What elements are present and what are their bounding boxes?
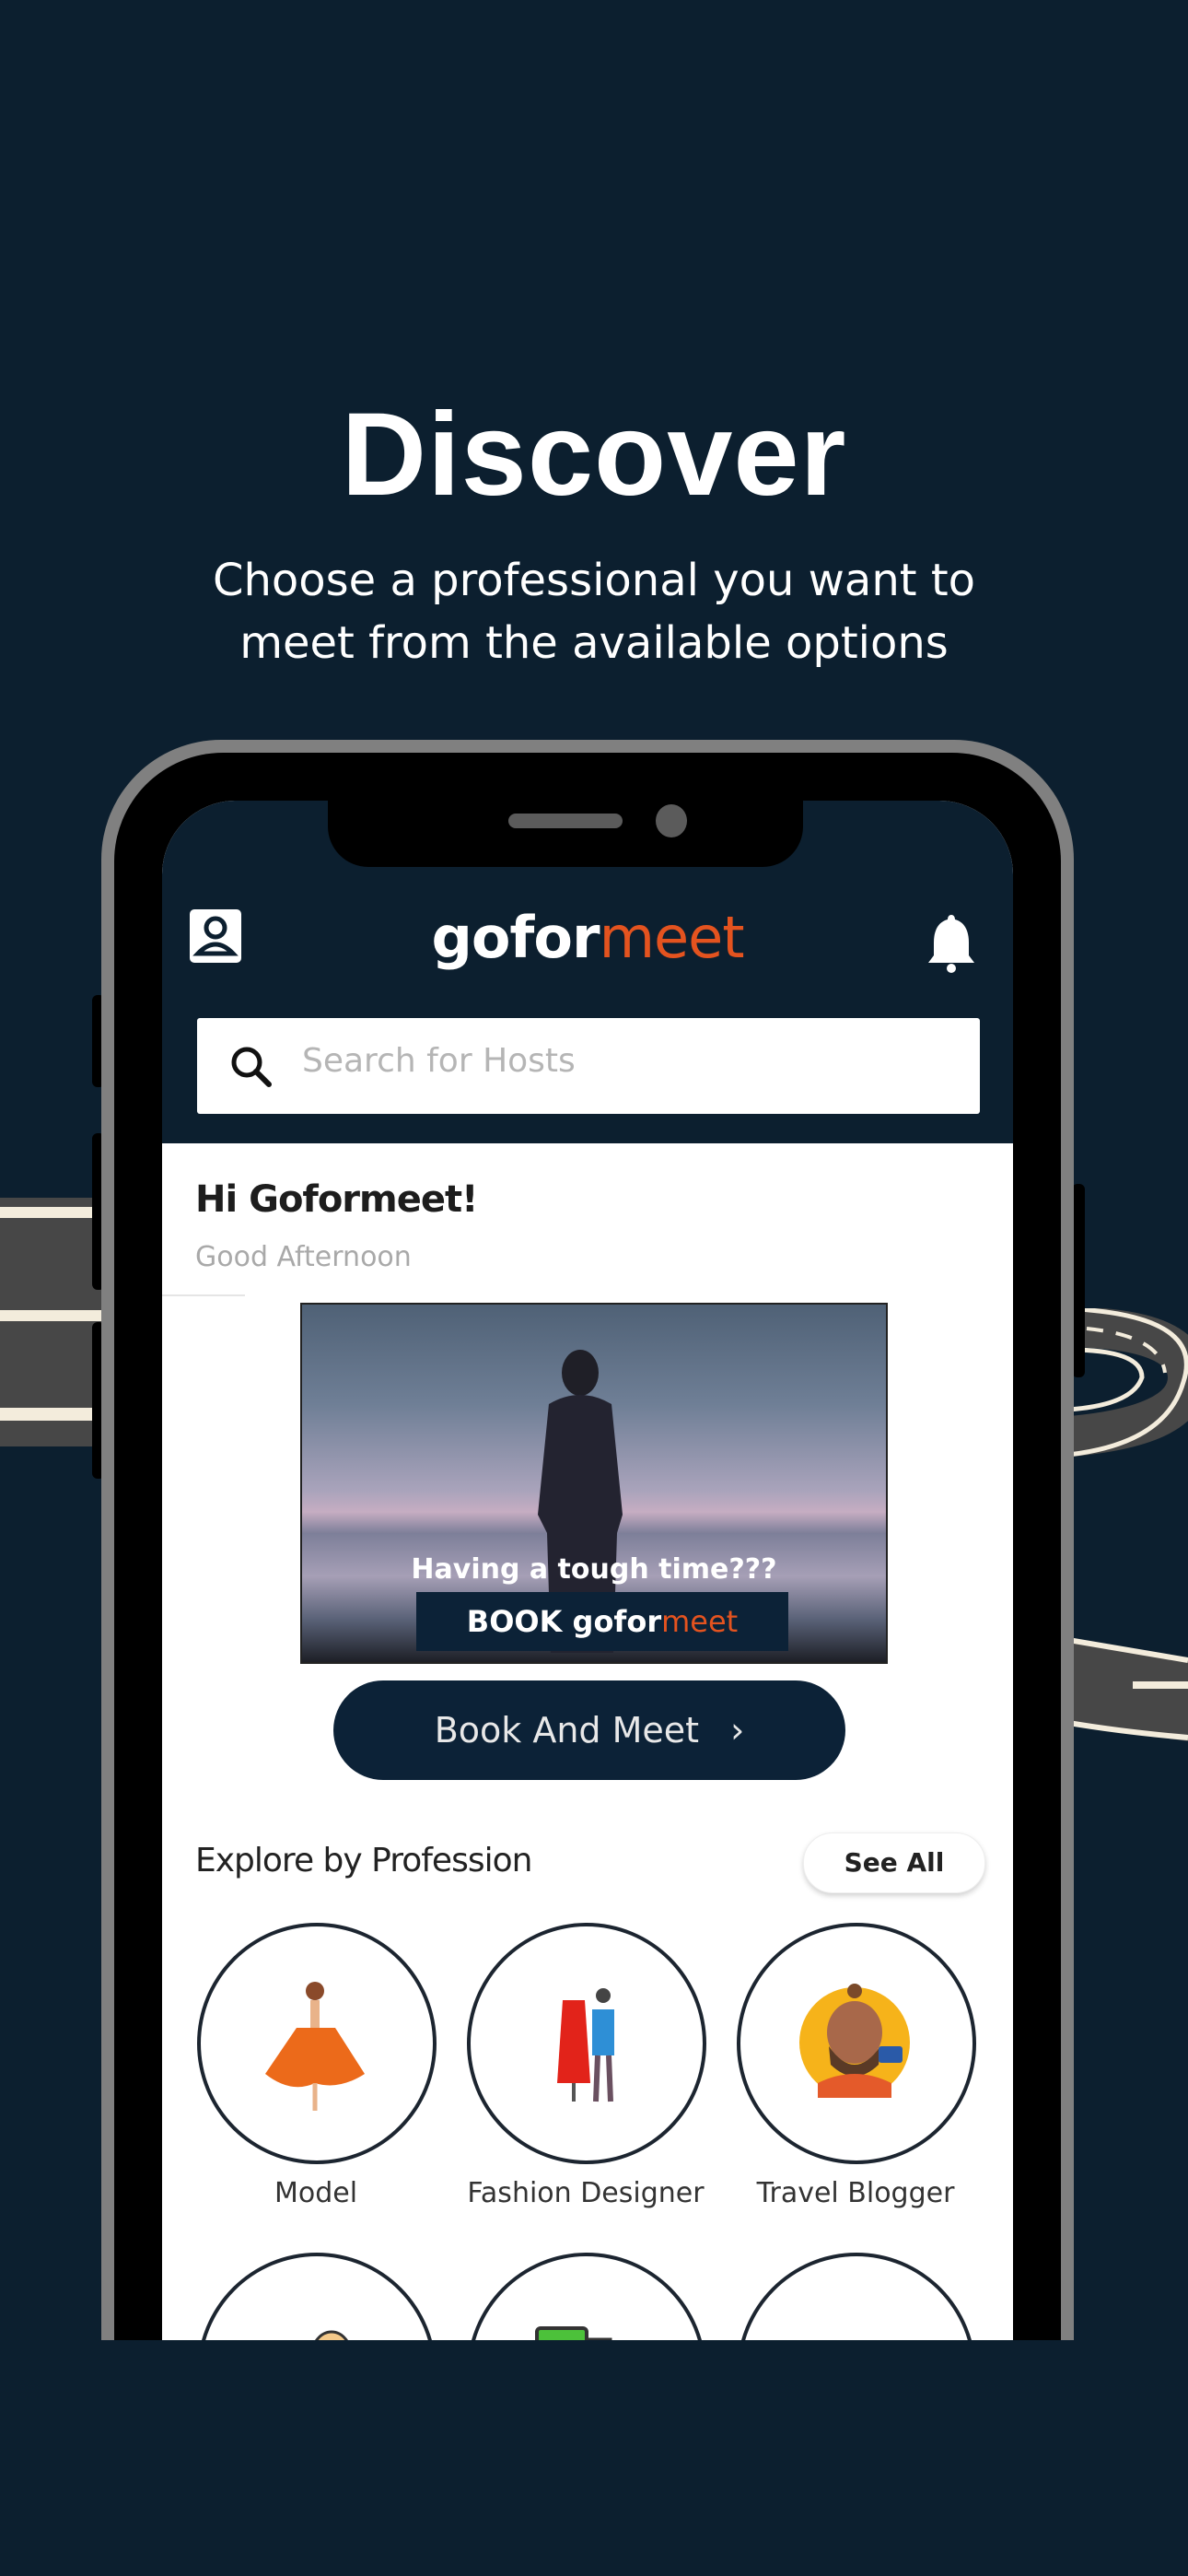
- profession-avatar: [737, 1923, 976, 2164]
- greeting-title: Hi Goformeet!: [195, 1178, 478, 1221]
- bottom-background: [0, 2340, 1188, 2576]
- profession-item-travel-blogger[interactable]: Travel Blogger: [737, 1923, 976, 2209]
- hero-subtitle: Choose a professional you want to meet f…: [0, 549, 1188, 674]
- profession-label: Fashion Designer: [467, 2177, 705, 2209]
- phone-power-button: [1072, 1184, 1085, 1377]
- search-placeholder: Search for Hosts: [302, 1042, 576, 1080]
- profession-item-hardhat[interactable]: [737, 2253, 976, 2343]
- app-header: goformeet Search for Hosts: [162, 801, 1013, 1143]
- hero-title: Discover: [341, 389, 847, 521]
- greeting-subtitle: Good Afternoon: [195, 1241, 412, 1273]
- profession-avatar: [197, 1923, 437, 2164]
- app-screen: goformeet Search for Hosts Hi Goformeet!…: [162, 801, 1013, 2343]
- chevron-right-icon: ›: [730, 1710, 745, 1751]
- profession-avatar: [197, 2253, 437, 2343]
- road-right-bottom-decoration: [1068, 1637, 1188, 1741]
- promo-banner[interactable]: Having a tough time??? BOOK goformeet: [300, 1303, 888, 1664]
- profession-avatar: [467, 2253, 706, 2343]
- profession-item-camera[interactable]: [467, 2253, 706, 2343]
- camera-illustration-icon: [535, 2326, 612, 2343]
- profession-item-model[interactable]: Model: [197, 1923, 437, 2209]
- profession-label: Travel Blogger: [756, 2177, 955, 2209]
- banner-cta-box: BOOK goformeet: [416, 1592, 788, 1651]
- app-logo: goformeet: [162, 904, 1013, 971]
- hero-subtitle-line1: Choose a professional you want to: [212, 555, 976, 606]
- see-all-button[interactable]: See All: [803, 1832, 985, 1893]
- front-camera: [656, 804, 687, 837]
- profession-avatar: [737, 2253, 976, 2343]
- logo-part-meet: meet: [599, 904, 745, 971]
- profession-label: Model: [274, 2177, 358, 2209]
- hardhat-illustration-icon: [740, 2256, 973, 2343]
- search-input[interactable]: Search for Hosts: [197, 1018, 980, 1114]
- travel-blogger-illustration-icon: [799, 1984, 910, 2098]
- notification-bell-icon[interactable]: [926, 913, 976, 974]
- book-and-meet-button[interactable]: Book And Meet ›: [333, 1680, 845, 1780]
- fashion-designer-illustration-icon: [557, 1988, 614, 2102]
- divider: [162, 1294, 245, 1296]
- profession-avatar: [467, 1923, 706, 2164]
- speaker-grille: [508, 814, 623, 828]
- search-icon: [231, 1047, 272, 1087]
- banner-tagline: Having a tough time???: [411, 1553, 777, 1586]
- profession-item-person[interactable]: [197, 2253, 437, 2343]
- banner-cta-prefix: BOOK gofor: [466, 1604, 662, 1639]
- phone-notch: [328, 801, 803, 867]
- profession-item-fashion-designer[interactable]: Fashion Designer: [467, 1923, 706, 2209]
- banner-cta-suffix: meet: [661, 1604, 739, 1639]
- book-button-label: Book And Meet: [434, 1710, 700, 1751]
- explore-section-title: Explore by Profession: [195, 1842, 532, 1879]
- logo-part-gofor: gofor: [431, 904, 600, 971]
- phone-frame: goformeet Search for Hosts Hi Goformeet!…: [101, 740, 1074, 2343]
- person-illustration-icon: [313, 2330, 350, 2343]
- hero-subtitle-line2: meet from the available options: [239, 617, 949, 669]
- model-illustration-icon: [265, 1982, 365, 2111]
